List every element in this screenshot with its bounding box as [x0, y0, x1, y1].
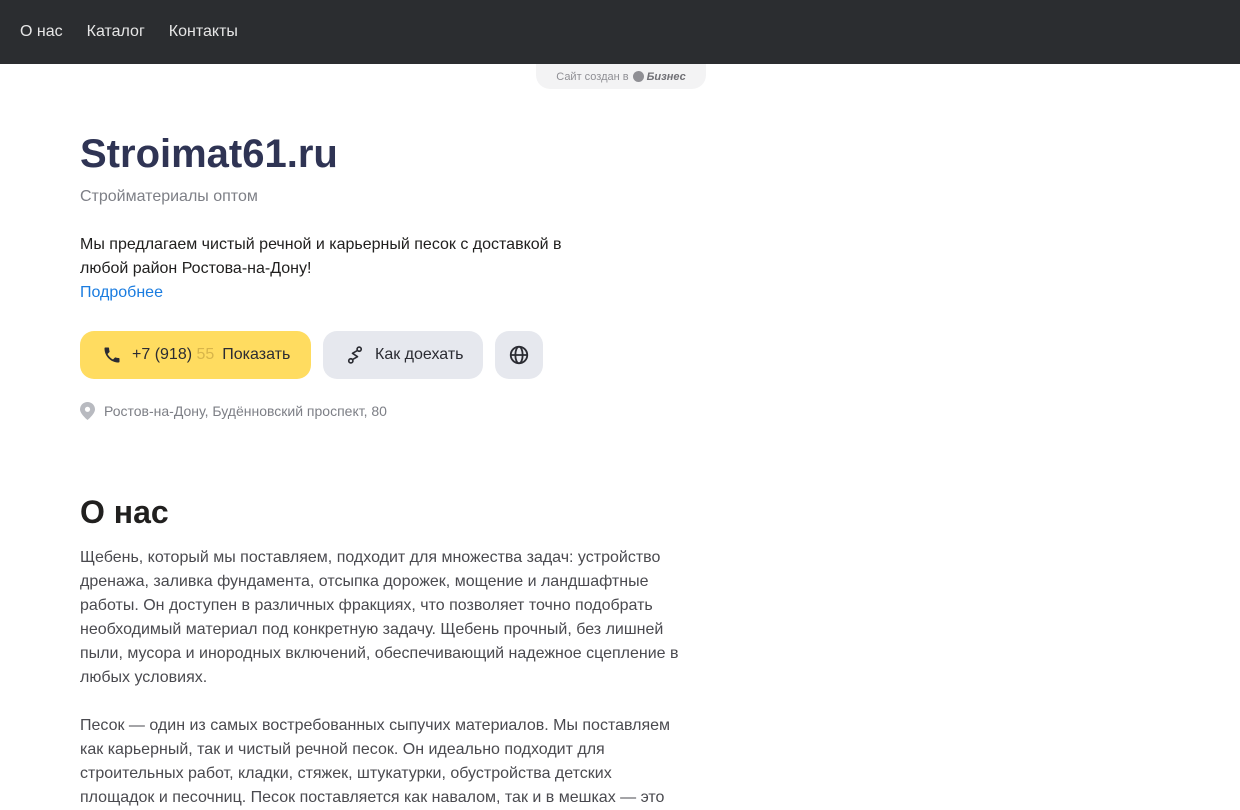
show-phone-button[interactable]: +7 (918) 55 Показать — [80, 331, 311, 379]
website-button[interactable] — [495, 331, 543, 379]
page-subtitle: Стройматериалы оптом — [80, 188, 258, 205]
about-heading: О нас — [80, 494, 169, 530]
route-label: Как доехать — [375, 346, 464, 363]
nav-item-about[interactable]: О нас — [20, 0, 63, 64]
phone-number: +7 (918) 55 — [132, 346, 215, 363]
top-navigation: О нас Каталог Контакты — [0, 0, 1240, 64]
address: Ростов-на-Дону, Будённовский проспект, 8… — [80, 402, 387, 420]
badge-text: Сайт создан в — [556, 70, 629, 83]
location-pin-icon — [80, 402, 95, 420]
address-text: Ростов-на-Дону, Будённовский проспект, 8… — [104, 403, 387, 419]
page-title: Stroimat61.ru — [80, 132, 338, 176]
route-button[interactable]: Как доехать — [323, 331, 483, 379]
yandex-logo-icon — [632, 71, 644, 82]
phone-icon — [104, 347, 120, 363]
about-paragraph: Щебень, который мы поставляем, подходит … — [80, 549, 679, 686]
globe-icon — [509, 345, 529, 365]
nav-item-catalog[interactable]: Каталог — [87, 0, 145, 64]
show-phone-label: Показать — [222, 346, 291, 363]
route-icon — [347, 346, 363, 364]
more-link[interactable]: Подробнее — [80, 281, 163, 305]
nav-item-contacts[interactable]: Контакты — [169, 0, 238, 64]
created-with-badge[interactable]: Сайт создан в Бизнес — [536, 64, 706, 89]
hero-description: Мы предлагаем чистый речной и карьерный … — [80, 236, 562, 277]
badge-brand: Бизнес — [646, 70, 686, 83]
about-paragraph: Песок — один из самых востребованных сып… — [80, 717, 671, 806]
